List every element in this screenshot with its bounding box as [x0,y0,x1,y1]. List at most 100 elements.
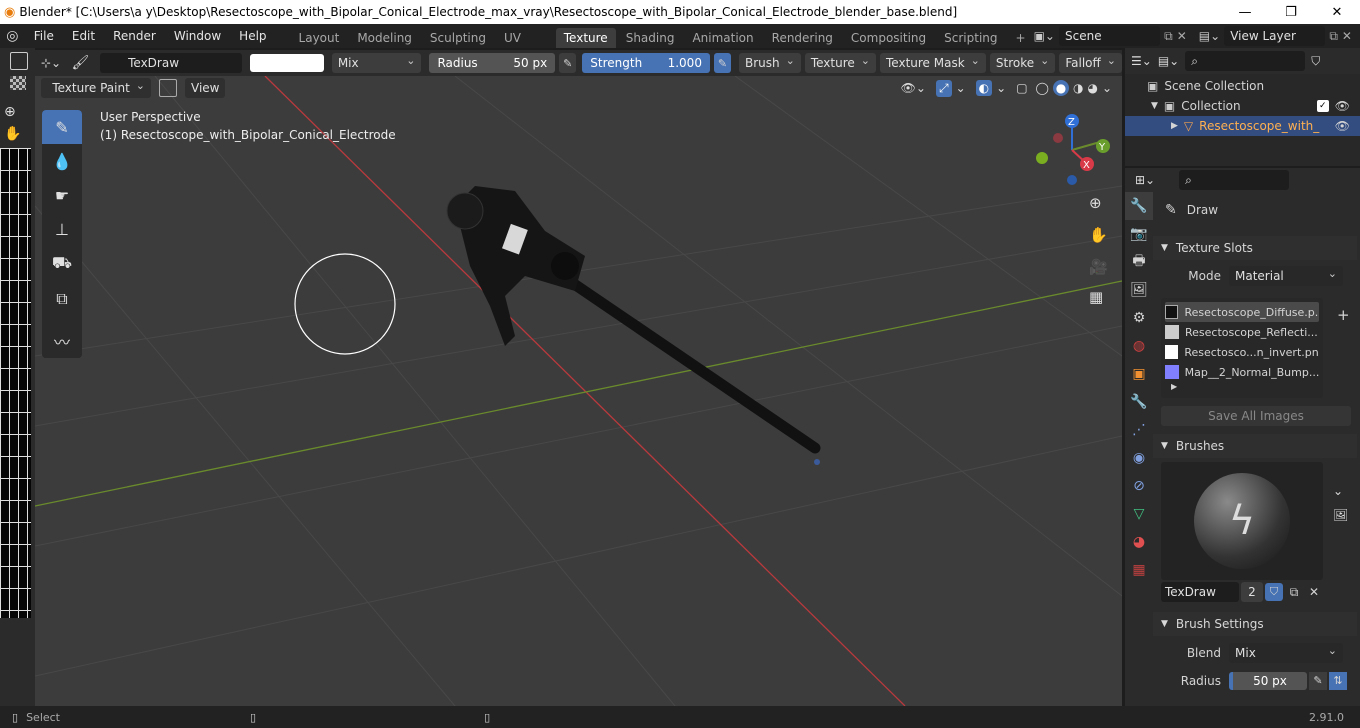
radius-pressure-icon[interactable]: ✎ [559,53,577,73]
render-tab-icon[interactable]: 📷 [1125,220,1153,248]
paint-mask-icon[interactable] [159,79,177,97]
brush-radius-slider[interactable]: 50 px [1229,672,1307,690]
expand-collection-icon[interactable]: ▼ [1151,101,1158,111]
mode-dropdown[interactable]: Texture Paint [41,78,151,98]
outliner-row-scene-collection[interactable]: ▣ Scene Collection [1125,76,1360,96]
scene-field[interactable]: Scene [1058,26,1161,46]
tool-tab-icon[interactable]: 🔧 [1125,192,1153,220]
texture-menu[interactable]: Texture [804,53,876,73]
new-scene-icon[interactable]: ⧉ [1164,29,1173,44]
scene-tab-icon[interactable]: ⚙ [1125,304,1153,332]
solid-shading-icon[interactable]: ● [1052,80,1069,96]
properties-search[interactable]: ⌕ [1179,170,1290,190]
material-tab-icon[interactable]: ◕ [1125,528,1153,556]
gizmo-neg-z-icon[interactable] [1067,175,1077,185]
list-item[interactable]: Resectosco...n_invert.png [1165,342,1319,362]
brush-icon[interactable]: 🖌 [72,55,97,71]
brush-user-count[interactable]: 2 [1241,582,1263,602]
delete-view-layer-icon[interactable]: ✕ [1342,29,1352,43]
menu-edit[interactable]: Edit [63,29,104,43]
texture-mask-menu[interactable]: Texture Mask [880,53,986,73]
delete-scene-icon[interactable]: ✕ [1177,29,1187,43]
add-slot-icon[interactable]: + [1337,306,1350,324]
brush-settings-panel-header[interactable]: ▼ Brush Settings [1153,612,1357,636]
visibility-icon[interactable]: 👁⌄ [901,81,926,95]
xray-icon[interactable]: ▢ [1016,81,1027,95]
color-swatch[interactable] [250,54,324,72]
mask-tool-icon[interactable]: ⧉ [42,282,82,316]
properties-editor-type-icon[interactable]: ⊞⌄ [1135,173,1155,187]
menu-render[interactable]: Render [104,29,165,43]
gizmo-neg-y-icon[interactable] [1036,152,1048,164]
brush-name-field[interactable]: TexDraw [100,53,242,73]
list-item[interactable]: Map__2_Normal_Bump.... [1165,362,1319,382]
rendered-shading-icon[interactable]: ◕ [1087,81,1097,95]
menu-window[interactable]: Window [165,29,230,43]
duplicate-brush-icon[interactable]: ⧉ [1285,585,1303,600]
brush-image-icon[interactable]: 🖼 [1333,508,1348,522]
unlink-brush-icon[interactable]: ✕ [1305,585,1323,599]
wireframe-shading-icon[interactable]: ◯ [1036,81,1049,95]
falloff-menu[interactable]: Falloff [1059,53,1122,73]
particles-tab-icon[interactable]: ⋰ [1125,416,1153,444]
tab-shading[interactable]: Shading [618,28,683,48]
zoom-viewport-icon[interactable]: ⊕ [1089,194,1102,212]
expand-object-icon[interactable]: ▶ [1171,121,1178,131]
view-menu[interactable]: View [185,78,226,98]
draw-tool-icon[interactable]: ✎ [42,110,82,144]
object-tab-icon[interactable]: ▣ [1125,360,1153,388]
texture-slots-panel-header[interactable]: ▼ Texture Slots [1153,236,1357,260]
constraints-tab-icon[interactable]: ⊘ [1125,472,1153,500]
strength-pressure-icon[interactable]: ✎ [713,53,731,73]
ortho-toggle-icon[interactable]: ▦ [1089,288,1103,306]
texture-tab-icon[interactable]: ▦ [1125,556,1153,584]
tool-settings-icon[interactable]: ⊹⌄ [41,56,68,70]
close-button[interactable]: ✕ [1314,0,1360,24]
tab-compositing[interactable]: Compositing [843,28,934,48]
menu-file[interactable]: File [25,29,63,43]
fake-user-icon[interactable]: ⛉ [1265,583,1283,601]
pan-viewport-icon[interactable]: ✋ [1089,226,1108,244]
zoom-icon[interactable]: ⊕ [4,104,35,120]
blend-dropdown[interactable]: Mix [331,53,422,73]
world-tab-icon[interactable]: ◍ [1125,332,1153,360]
material-shading-icon[interactable]: ◑ [1073,81,1083,95]
smear-tool-icon[interactable]: ☛ [42,178,82,212]
texture-mode-dropdown[interactable]: Material [1229,266,1343,286]
list-item[interactable]: Resectoscope_Diffuse.p... [1165,302,1319,322]
editor-type-icon[interactable]: ☰⌄ [1131,54,1152,68]
brush-radius-unit-icon[interactable]: ⇅ [1329,672,1347,690]
tab-texture-paint[interactable]: Texture Paint [555,28,616,65]
view-layer-tab-icon[interactable]: 🖼 [1125,276,1153,304]
display-mode-icon[interactable]: ▤⌄ [1158,54,1179,68]
list-expand-icon[interactable]: ▶ [1165,382,1319,394]
exclude-checkbox[interactable]: ✓ [1316,100,1329,112]
annotate-tool-icon[interactable]: 〰 [42,324,82,358]
modifier-tab-icon[interactable]: 🔧 [1125,388,1153,416]
shading-options-icon[interactable]: ⌄ [1102,81,1112,95]
new-view-layer-icon[interactable]: ⧉ [1329,29,1338,44]
brushes-panel-header[interactable]: ▼ Brushes [1153,434,1357,458]
view-layer-field[interactable]: View Layer [1224,26,1326,46]
menu-help[interactable]: Help [230,29,275,43]
filter-icon[interactable]: ⛉ [1311,54,1320,69]
tab-scripting[interactable]: Scripting [936,28,1005,48]
strength-slider[interactable]: Strength 1.000 [582,53,710,73]
outliner-row-collection[interactable]: ▼ ▣ Collection ✓ 👁 [1125,96,1360,116]
overlay-options-icon[interactable]: ⌄ [996,81,1006,95]
collection-visibility-icon[interactable]: 👁 [1335,99,1350,113]
output-tab-icon[interactable]: 🖶 [1125,248,1153,276]
3d-viewport[interactable]: User Perspective (1) Resectoscope_with_B… [35,76,1122,706]
brush-menu[interactable]: Brush [738,53,801,73]
brush-datablock-name[interactable]: TexDraw [1161,582,1239,602]
tab-modeling[interactable]: Modeling [349,28,420,48]
outliner-row-object[interactable]: ▶ ▽ Resectoscope_with_ 👁 [1125,116,1360,136]
pan-hand-icon[interactable]: ✋ [4,126,35,142]
physics-tab-icon[interactable]: ◉ [1125,444,1153,472]
tab-rendering[interactable]: Rendering [764,28,841,48]
save-all-images-button[interactable]: Save All Images [1161,406,1351,426]
minimize-button[interactable]: — [1222,0,1268,24]
radius-slider[interactable]: Radius 50 px [429,53,556,73]
gizmo-neg-x-icon[interactable] [1053,133,1063,143]
data-tab-icon[interactable]: ▽ [1125,500,1153,528]
